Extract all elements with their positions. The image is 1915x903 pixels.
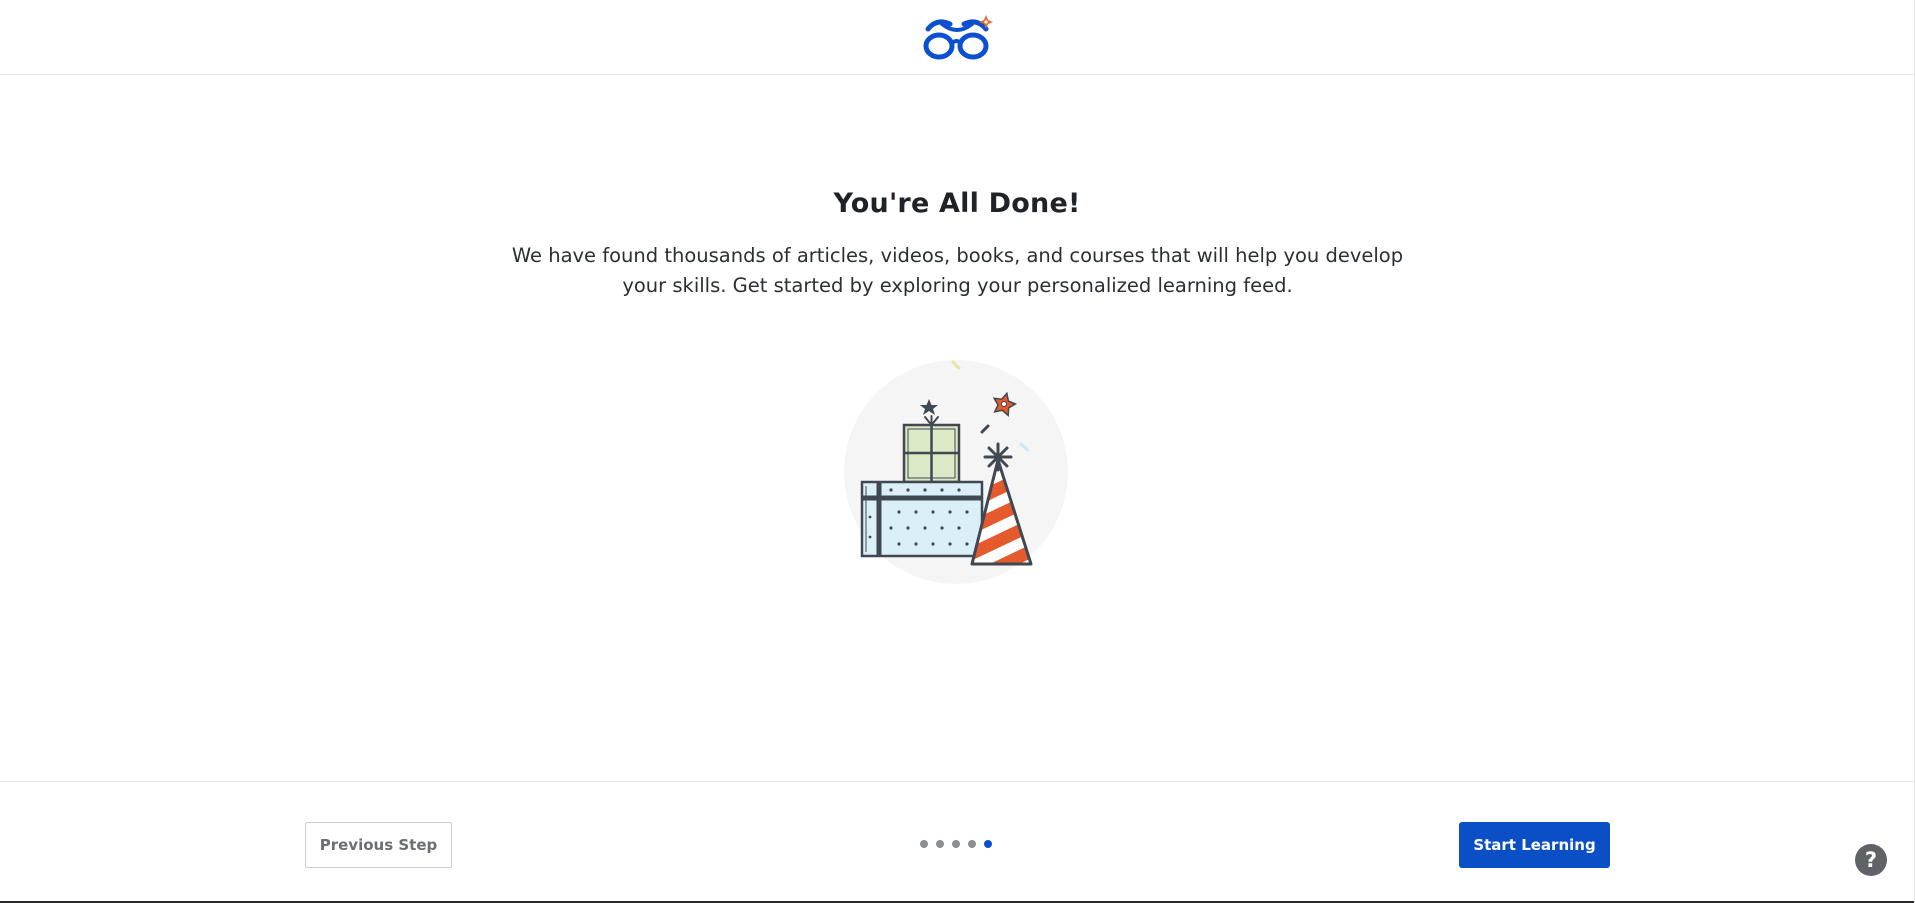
previous-step-button[interactable]: Previous Step	[305, 822, 452, 868]
page-subtitle: We have found thousands of articles, vid…	[511, 244, 1404, 297]
main-content: You're All Done! We have found thousands…	[0, 75, 1914, 781]
page-title: You're All Done!	[833, 188, 1081, 219]
step-dot-2[interactable]	[936, 840, 944, 848]
step-dot-1[interactable]	[920, 840, 928, 848]
celebration-gifts-party-hat-icon	[844, 360, 1068, 584]
step-indicator	[920, 840, 992, 848]
glasses-logo-icon[interactable]	[920, 12, 994, 62]
step-dot-4[interactable]	[968, 840, 976, 848]
step-dot-5-active[interactable]	[984, 840, 992, 848]
start-learning-button[interactable]: Start Learning	[1459, 822, 1610, 868]
onboarding-complete-page: You're All Done! We have found thousands…	[0, 0, 1915, 903]
step-dot-3[interactable]	[952, 840, 960, 848]
header-bar	[0, 0, 1914, 75]
help-icon[interactable]: ?	[1855, 844, 1887, 876]
footer-bar: Previous Step Start Learning ?	[0, 781, 1914, 903]
